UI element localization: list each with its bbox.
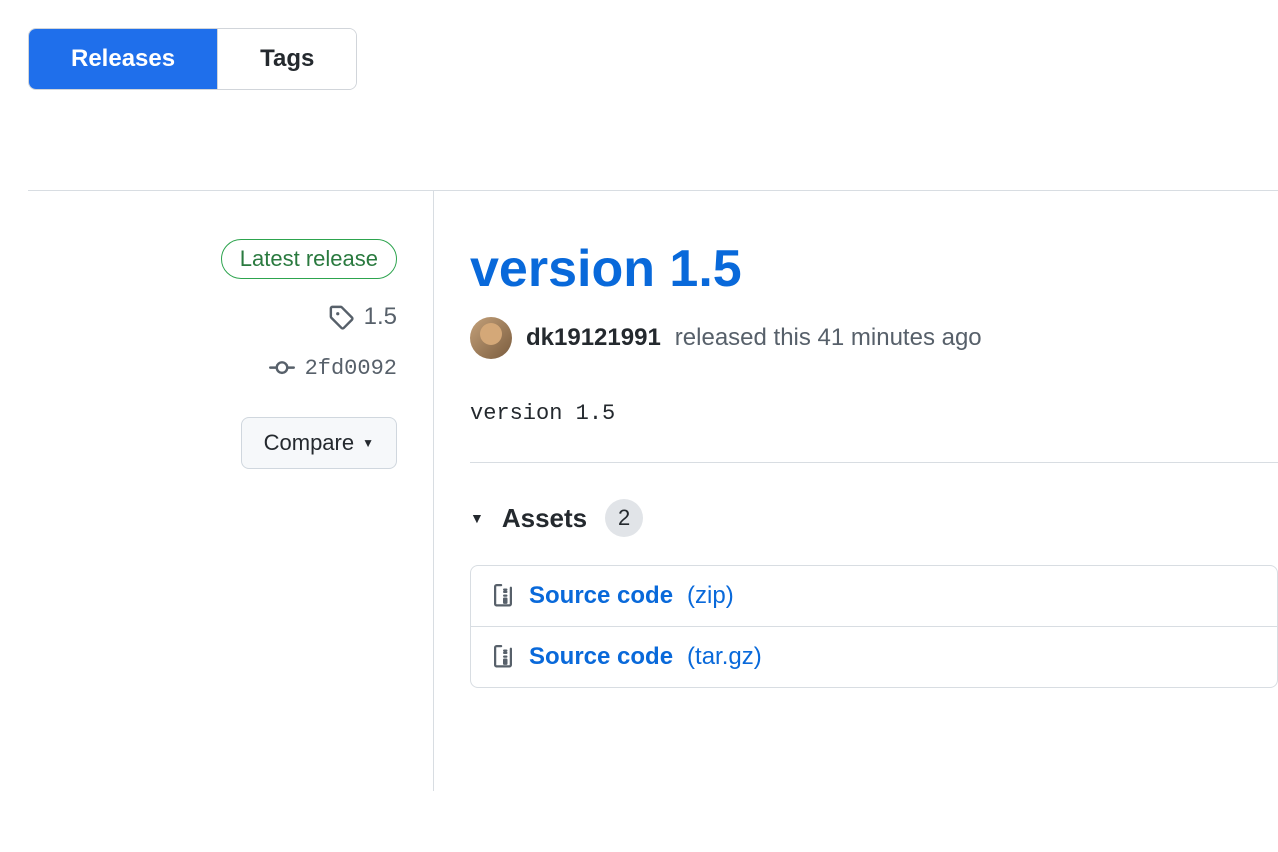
- assets-label: Assets: [502, 503, 587, 534]
- asset-source-targz[interactable]: Source code (tar.gz): [471, 627, 1277, 687]
- commit-hash: 2fd0092: [305, 356, 397, 381]
- commit-icon: [269, 355, 295, 381]
- release-title[interactable]: version 1.5: [470, 239, 1278, 299]
- file-zip-icon: [491, 584, 515, 608]
- caret-down-icon: ▼: [362, 436, 374, 450]
- asset-name: Source code: [529, 643, 673, 671]
- asset-ext: (zip): [687, 582, 734, 610]
- latest-release-badge: Latest release: [221, 239, 397, 279]
- caret-down-icon: ▼: [470, 510, 484, 526]
- tab-releases[interactable]: Releases: [29, 29, 217, 89]
- release-description: version 1.5: [470, 401, 1278, 426]
- compare-button[interactable]: Compare ▼: [241, 417, 397, 469]
- tag-icon: [328, 304, 354, 330]
- tag-name: 1.5: [364, 303, 397, 331]
- assets-count-badge: 2: [605, 499, 643, 537]
- asset-name: Source code: [529, 582, 673, 610]
- username-link[interactable]: dk19121991: [526, 324, 661, 352]
- divider: [470, 462, 1278, 463]
- release-sidebar: Latest release 1.5 2fd0092 Compare ▼: [28, 191, 434, 791]
- release-meta: dk19121991 released this 41 minutes ago: [470, 317, 1278, 359]
- release-content: version 1.5 dk19121991 released this 41 …: [434, 191, 1278, 791]
- asset-ext: (tar.gz): [687, 643, 762, 671]
- tag-link[interactable]: 1.5: [328, 303, 397, 331]
- released-time-text: released this 41 minutes ago: [675, 324, 982, 352]
- avatar[interactable]: [470, 317, 512, 359]
- asset-source-zip[interactable]: Source code (zip): [471, 566, 1277, 627]
- commit-link[interactable]: 2fd0092: [269, 355, 397, 381]
- file-zip-icon: [491, 645, 515, 669]
- compare-label: Compare: [264, 430, 354, 456]
- assets-list: Source code (zip) Source code (tar.gz): [470, 565, 1278, 688]
- tab-nav: Releases Tags: [28, 28, 357, 90]
- assets-toggle[interactable]: ▼ Assets 2: [470, 499, 1278, 537]
- tab-tags[interactable]: Tags: [217, 29, 356, 89]
